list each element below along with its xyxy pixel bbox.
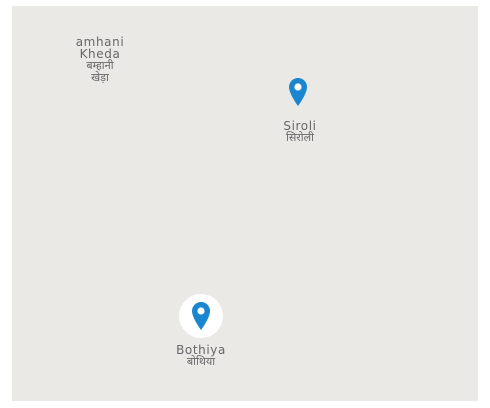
place-name-hi-line2: खेड़ा bbox=[91, 71, 109, 84]
place-name-hi: सिरोली bbox=[286, 131, 314, 144]
place-label-bamhani-kheda: amhani Kheda बम्हानी खेड़ा bbox=[76, 36, 125, 84]
place-label-bothiya: Bothiya बोथिया bbox=[176, 344, 226, 368]
map-pin-icon-siroli[interactable] bbox=[289, 78, 307, 106]
map-canvas[interactable]: amhani Kheda बम्हानी खेड़ा Siroli सिरोली… bbox=[12, 6, 478, 401]
place-label-siroli: Siroli सिरोली bbox=[283, 120, 316, 144]
place-name-hi: बोथिया bbox=[186, 355, 216, 368]
map-pin-icon-bothiya[interactable] bbox=[192, 302, 210, 330]
